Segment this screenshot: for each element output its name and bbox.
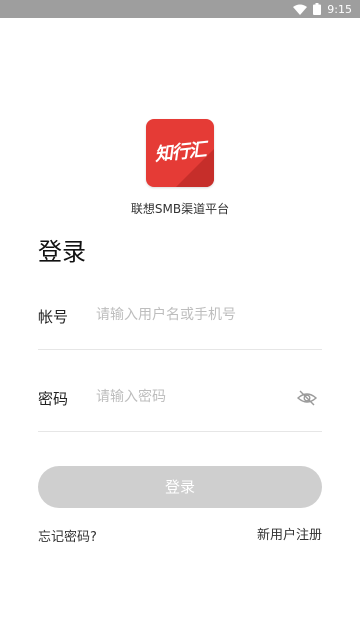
account-divider <box>38 349 322 350</box>
account-row: 帐号 <box>38 296 322 336</box>
app-logo: 知行汇 <box>146 119 214 187</box>
password-label: 密码 <box>38 390 69 408</box>
password-divider <box>38 431 322 432</box>
status-time: 9:15 <box>327 2 352 16</box>
account-input[interactable] <box>96 300 296 330</box>
platform-name: 联想SMB渠道平台 <box>130 202 230 216</box>
status-icons: 9:15 <box>293 0 352 18</box>
forgot-password-link[interactable]: 忘记密码? <box>38 526 97 545</box>
status-bar: 9:15 <box>0 0 360 18</box>
register-link[interactable]: 新用户注册 <box>257 524 322 543</box>
eye-off-icon[interactable] <box>296 388 318 408</box>
account-label: 帐号 <box>38 308 69 326</box>
password-input[interactable] <box>96 382 296 412</box>
login-screen: 9:15 知行汇 联想SMB渠道平台 登录 帐号 密码 登录 忘记密码? 新用户… <box>0 0 360 640</box>
battery-icon <box>313 3 322 15</box>
wifi-icon <box>293 4 308 15</box>
login-button[interactable]: 登录 <box>38 466 322 508</box>
password-row: 密码 <box>38 378 322 418</box>
page-title: 登录 <box>38 238 86 266</box>
